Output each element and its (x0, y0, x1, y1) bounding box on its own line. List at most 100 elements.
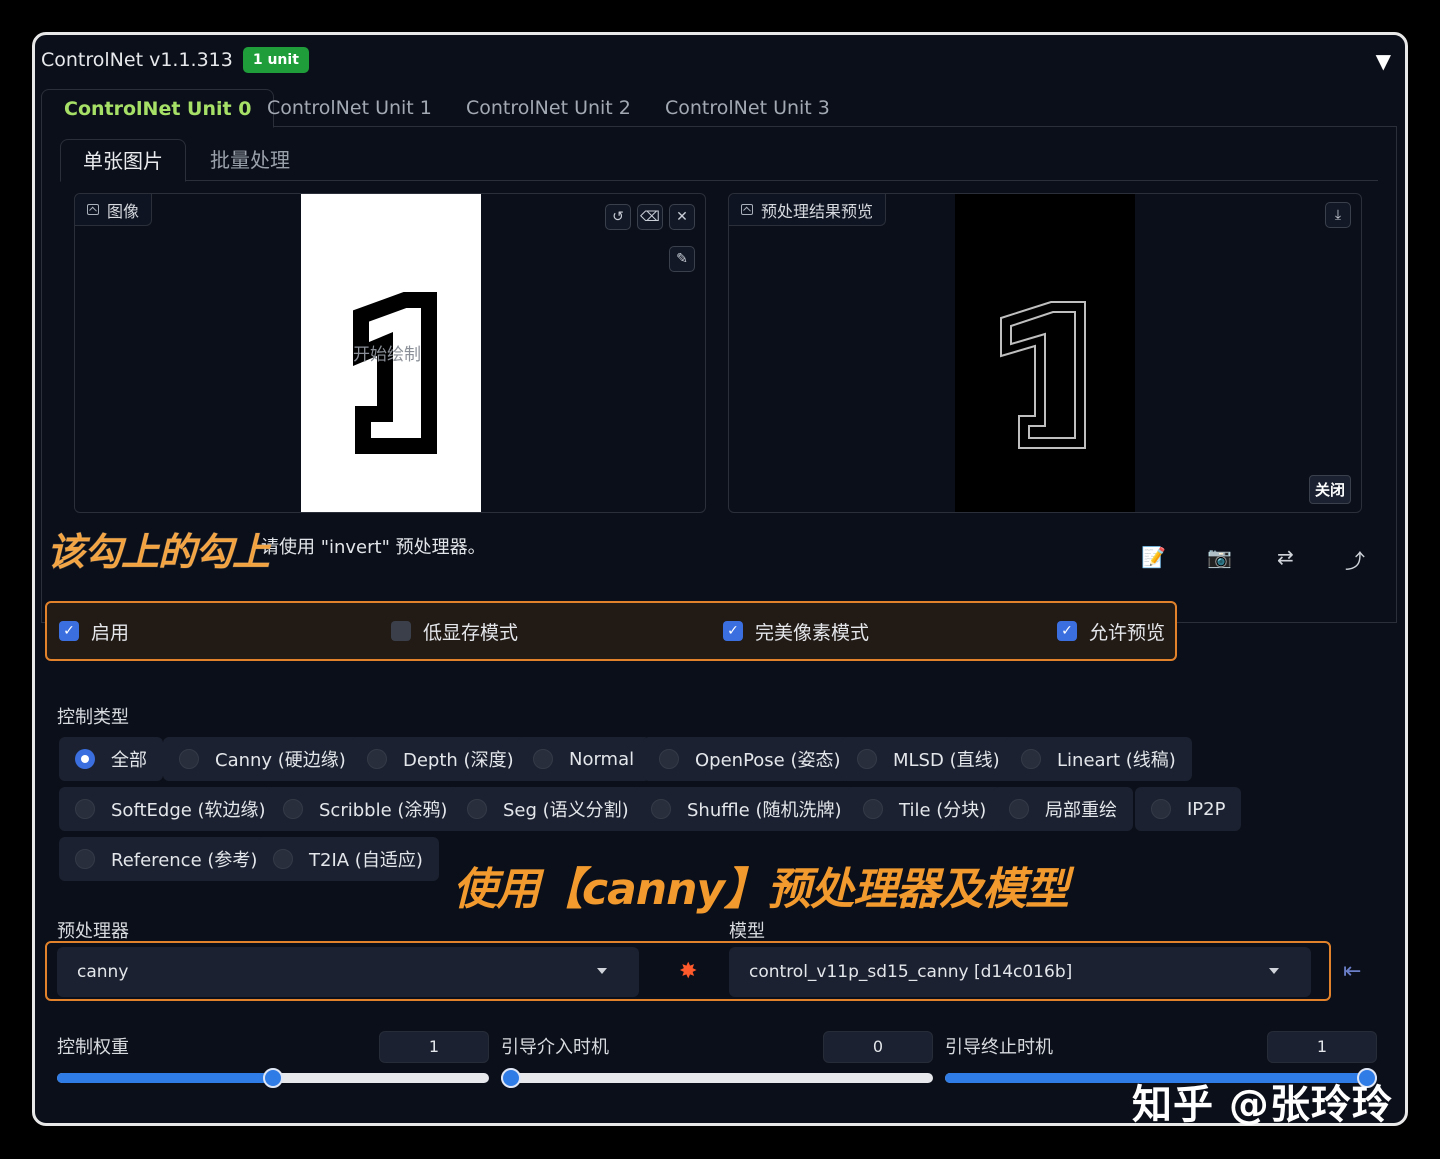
allow-preview-label: 允许预览 (1089, 621, 1166, 644)
control-type-reference[interactable]: Reference (参考) (59, 837, 274, 881)
allow-preview-checkbox[interactable]: ✓ 允许预览 (1057, 603, 1165, 659)
enable-checkbox[interactable]: ✓ 启用 (59, 603, 129, 659)
radio-label: Canny (硬边缘) (215, 750, 346, 771)
control-type-mlsd[interactable]: MLSD (直线) (841, 737, 1016, 781)
preview-panel-label-text: 预处理结果预览 (761, 201, 874, 221)
preprocessor-model-row: canny ✸ control_v11p_sd15_canny [d14c016… (45, 941, 1331, 1001)
preprocessor-preview-panel: 预处理结果预览 ⤓ 关闭 (728, 193, 1362, 513)
radio-icon (1151, 799, 1171, 819)
panel-header[interactable]: ControlNet v1.1.313 1 unit (41, 47, 309, 73)
guidance-end-input[interactable]: 1 (1267, 1031, 1377, 1063)
radio-label: 局部重绘 (1045, 800, 1117, 821)
low-vram-checkbox[interactable]: 低显存模式 (391, 603, 518, 659)
guidance-end-label: 引导终止时机 (945, 1037, 1053, 1058)
pixel-perfect-label: 完美像素模式 (755, 621, 870, 644)
chevron-down-icon (597, 968, 607, 974)
control-type-all[interactable]: 全部 (59, 737, 163, 781)
radio-icon (179, 749, 199, 769)
checkbox-checked-icon: ✓ (723, 621, 743, 641)
control-type-label: 控制类型 (57, 707, 129, 728)
low-vram-label: 低显存模式 (423, 621, 519, 644)
control-type-scribble[interactable]: Scribble (涂鸦) (267, 787, 464, 831)
camera-icon[interactable]: 📷 (1207, 545, 1232, 569)
control-type-seg[interactable]: Seg (语义分割) (451, 787, 645, 831)
radio-icon (467, 799, 487, 819)
radio-label: IP2P (1187, 798, 1226, 820)
invert-hint-text: 请使用 "invert" 预处理器。 (261, 537, 486, 558)
control-type-openpose[interactable]: OpenPose (姿态) (643, 737, 857, 781)
input-image-canvas[interactable]: 开始绘制 (301, 194, 481, 512)
guidance-start-label: 引导介入时机 (501, 1037, 609, 1058)
send-dimensions-icon[interactable]: ⤴ (1345, 545, 1365, 574)
control-type-lineart[interactable]: Lineart (线稿) (1005, 737, 1192, 781)
mode-tab-bar: 单张图片 批量处理 (60, 139, 1378, 182)
radio-label: Seg (语义分割) (503, 800, 629, 821)
control-type-ip2p[interactable]: IP2P (1135, 787, 1242, 831)
image-input-panel[interactable]: 图像 开始绘制 ↺ ⌫ ✕ ✎ (74, 193, 706, 513)
radio-label: Lineart (线稿) (1057, 750, 1176, 771)
radio-icon (75, 799, 95, 819)
image-icon (87, 204, 99, 215)
control-type-normal[interactable]: Normal (517, 737, 651, 781)
radio-label: Depth (深度) (403, 750, 514, 771)
controlnet-panel: ControlNet v1.1.313 1 unit ▼ ControlNet … (32, 32, 1408, 1126)
chevron-down-icon (1269, 968, 1279, 974)
control-weight-slider[interactable] (57, 1068, 489, 1088)
control-weight-input[interactable]: 1 (379, 1031, 489, 1063)
control-type-tile[interactable]: Tile (分块) (847, 787, 1003, 831)
collapse-triangle-icon[interactable]: ▼ (1376, 49, 1391, 73)
guidance-start-input[interactable]: 0 (823, 1031, 933, 1063)
radio-icon (273, 849, 293, 869)
run-preprocessor-icon[interactable]: ✸ (679, 959, 697, 984)
enable-label: 启用 (91, 621, 130, 644)
radio-label: Scribble (涂鸦) (319, 800, 448, 821)
preprocessor-select[interactable]: canny (57, 947, 639, 997)
refresh-models-icon[interactable]: ⇤ (1343, 959, 1361, 984)
panel-title: ControlNet v1.1.313 (41, 49, 233, 71)
tab-unit-2[interactable]: ControlNet Unit 2 (444, 89, 653, 127)
tab-single-image[interactable]: 单张图片 (60, 139, 186, 182)
unit-count-badge: 1 unit (242, 47, 309, 73)
radio-label: Normal (569, 748, 635, 770)
pixel-perfect-checkbox[interactable]: ✓ 完美像素模式 (723, 603, 869, 659)
digit-one-edges (1000, 301, 1086, 449)
annotation-check-boxes: 该勾上的勾上 (46, 530, 270, 575)
undo-icon[interactable]: ↺ (605, 204, 631, 230)
control-type-inpaint[interactable]: 局部重绘 (993, 787, 1133, 831)
brush-icon[interactable]: ✎ (669, 246, 695, 272)
annotation-canny: 使用【canny】预处理器及模型 (453, 864, 1069, 915)
slider-handle[interactable] (501, 1068, 521, 1088)
control-type-softedge[interactable]: SoftEdge (软边缘) (59, 787, 282, 831)
control-type-t2ia[interactable]: T2IA (自适应) (257, 837, 439, 881)
radio-label: SoftEdge (软边缘) (111, 800, 266, 821)
radio-label: Shuffle (随机洗牌) (687, 800, 842, 821)
tab-unit-0[interactable]: ControlNet Unit 0 (41, 89, 275, 128)
document-icon[interactable]: 📝 (1141, 545, 1166, 569)
radio-label: 全部 (111, 750, 147, 771)
control-type-depth[interactable]: Depth (深度) (351, 737, 530, 781)
control-type-canny[interactable]: Canny (硬边缘) (163, 737, 362, 781)
tab-unit-3[interactable]: ControlNet Unit 3 (643, 89, 852, 127)
guidance-start-slider[interactable] (501, 1068, 933, 1088)
checkbox-unchecked-icon (391, 621, 411, 641)
model-value: control_v11p_sd15_canny [d14c016b] (749, 962, 1073, 982)
tab-unit-1[interactable]: ControlNet Unit 1 (245, 89, 454, 127)
radio-icon (1009, 799, 1029, 819)
download-icon[interactable]: ⤓ (1325, 202, 1351, 228)
radio-icon (659, 749, 679, 769)
swap-icon[interactable]: ⇄ (1277, 545, 1294, 569)
radio-icon (283, 799, 303, 819)
preprocessor-label: 预处理器 (57, 921, 129, 942)
radio-icon (857, 749, 877, 769)
image-icon (741, 204, 753, 215)
close-icon[interactable]: ✕ (669, 204, 695, 230)
checkbox-checked-icon: ✓ (59, 621, 79, 641)
slider-handle[interactable] (263, 1068, 283, 1088)
radio-label: MLSD (直线) (893, 750, 1000, 771)
preview-panel-label: 预处理结果预览 (729, 194, 887, 226)
tab-batch[interactable]: 批量处理 (188, 139, 312, 181)
eraser-icon[interactable]: ⌫ (637, 204, 663, 230)
control-type-shuffle[interactable]: Shuffle (随机洗牌) (635, 787, 858, 831)
model-select[interactable]: control_v11p_sd15_canny [d14c016b] (729, 947, 1311, 997)
close-preview-button[interactable]: 关闭 (1308, 475, 1351, 504)
